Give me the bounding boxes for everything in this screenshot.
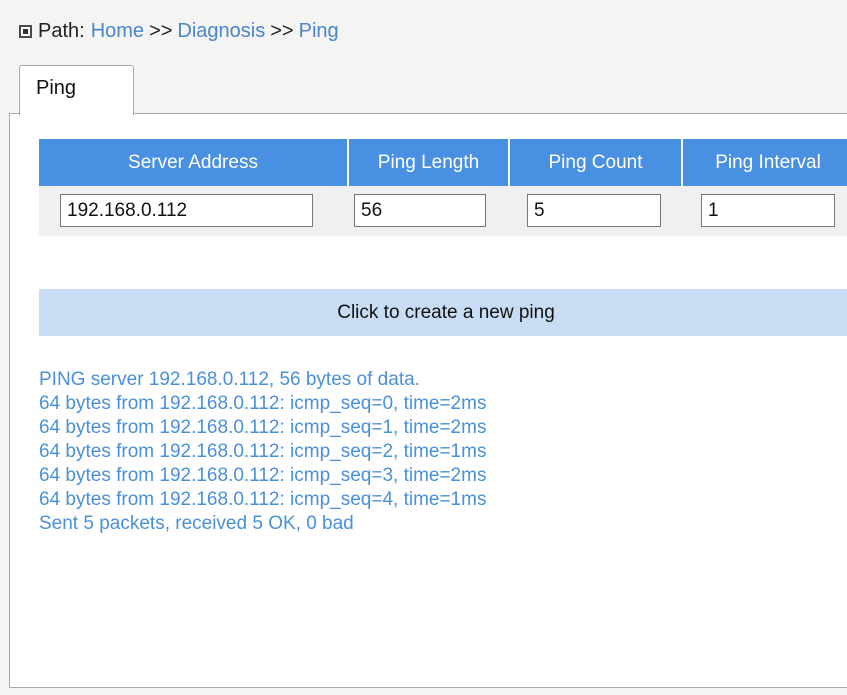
- breadcrumb-diagnosis-link[interactable]: Diagnosis: [177, 20, 265, 43]
- ping-length-header: Ping Length: [349, 139, 508, 186]
- breadcrumb-separator: >>: [149, 19, 173, 42]
- ping-page: Path: Home >> Diagnosis >> Ping Ping Ser…: [0, 0, 847, 695]
- output-line: 64 bytes from 192.168.0.112: icmp_seq=1,…: [39, 417, 487, 438]
- ping-length-input[interactable]: [354, 194, 486, 227]
- output-line: 64 bytes from 192.168.0.112: icmp_seq=2,…: [39, 441, 487, 462]
- breadcrumb-home-link[interactable]: Home: [91, 20, 144, 43]
- breadcrumb-ping-link[interactable]: Ping: [299, 20, 339, 43]
- breadcrumb-prefix: Path:: [38, 19, 85, 42]
- output-line: 64 bytes from 192.168.0.112: icmp_seq=3,…: [39, 465, 487, 486]
- square-bullet-icon: [19, 24, 32, 38]
- create-ping-button[interactable]: Click to create a new ping: [39, 289, 847, 336]
- ping-count-input[interactable]: [527, 194, 661, 227]
- ping-interval-header: Ping Interval: [683, 139, 847, 186]
- ping-interval-input[interactable]: [701, 194, 835, 227]
- output-line: Sent 5 packets, received 5 OK, 0 bad: [39, 513, 354, 534]
- server-address-input[interactable]: [60, 194, 313, 227]
- tab-ping[interactable]: Ping: [19, 65, 134, 115]
- breadcrumb-separator: >>: [270, 19, 294, 42]
- ping-count-header: Ping Count: [510, 139, 681, 186]
- tab-ping-label: Ping: [36, 77, 77, 99]
- output-line: PING server 192.168.0.112, 56 bytes of d…: [39, 369, 420, 390]
- breadcrumb: Path: Home >> Diagnosis >> Ping: [19, 17, 339, 45]
- output-line: 64 bytes from 192.168.0.112: icmp_seq=4,…: [39, 489, 487, 510]
- ping-output: PING server 192.168.0.112, 56 bytes of d…: [39, 368, 486, 536]
- server-address-header: Server Address: [39, 139, 347, 186]
- output-line: 64 bytes from 192.168.0.112: icmp_seq=0,…: [39, 393, 487, 414]
